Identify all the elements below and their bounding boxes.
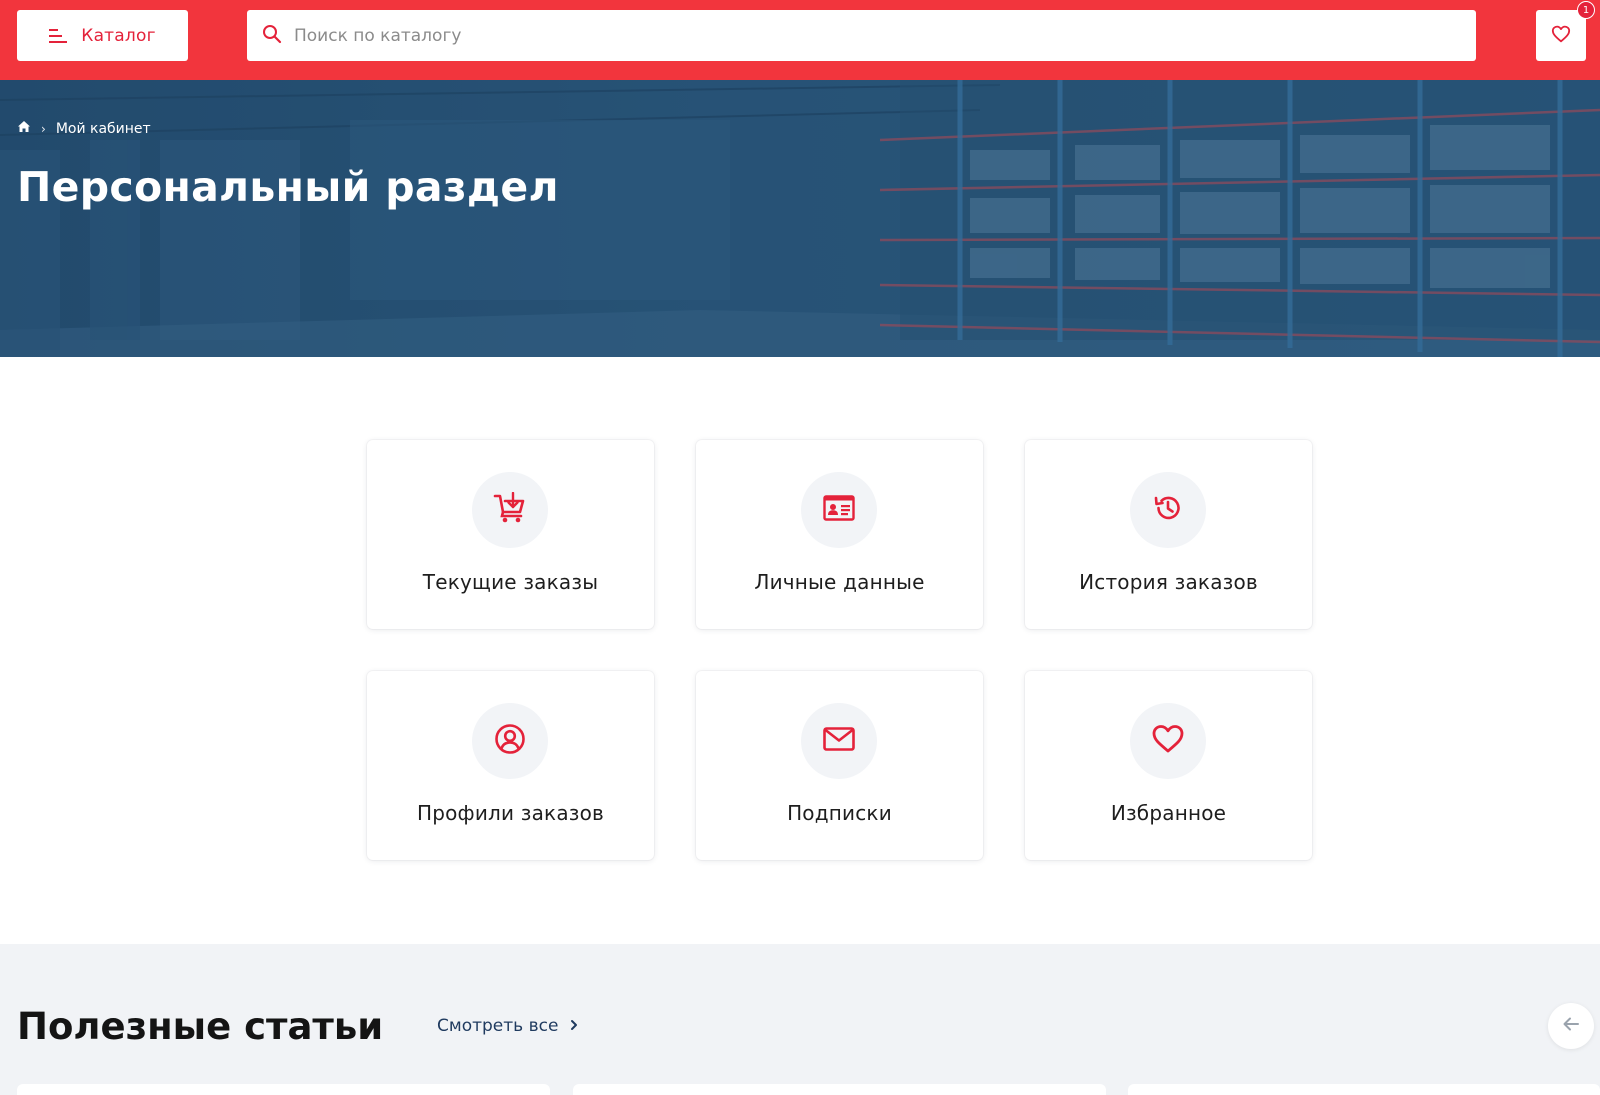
card-label: История заказов: [1079, 570, 1258, 594]
card-order-profiles[interactable]: Профили заказов: [367, 671, 654, 860]
card-icon-circle: [1130, 703, 1206, 779]
card-label: Профили заказов: [416, 801, 605, 825]
card-label: Текущие заказы: [422, 570, 599, 594]
card-icon-circle: [472, 703, 548, 779]
history-icon: [1153, 493, 1183, 527]
card-current-orders[interactable]: Текущие заказы: [367, 440, 654, 629]
card-icon-circle: [801, 472, 877, 548]
card-label: Личные данные: [754, 570, 925, 594]
card-label: Избранное: [1110, 801, 1227, 825]
breadcrumb: › Мой кабинет: [17, 120, 151, 137]
card-order-history[interactable]: История заказов: [1025, 440, 1312, 629]
search-icon: [262, 24, 282, 48]
favorites-button[interactable]: [1536, 10, 1586, 61]
card-favorites[interactable]: Избранное: [1025, 671, 1312, 860]
cart-add-icon: [493, 491, 527, 528]
id-card-icon: [823, 495, 855, 525]
arrow-left-icon: [1562, 1016, 1580, 1036]
envelope-icon: [823, 727, 855, 755]
page-title: Персональный раздел: [17, 163, 559, 211]
carousel-prev-button[interactable]: [1548, 1003, 1594, 1049]
hero-banner: [0, 80, 1600, 357]
card-label: Подписки: [787, 801, 892, 825]
card-personal-data[interactable]: Личные данные: [696, 440, 983, 629]
article-card[interactable]: [573, 1084, 1106, 1095]
chevron-right-icon: [570, 1016, 578, 1036]
see-all-label: Смотреть все: [437, 1016, 559, 1036]
card-icon-circle: [472, 472, 548, 548]
search-input[interactable]: [294, 25, 1476, 46]
see-all-link[interactable]: Смотреть все: [437, 1016, 578, 1036]
article-card[interactable]: [17, 1084, 550, 1095]
article-card[interactable]: [1128, 1084, 1600, 1095]
articles-title: Полезные статьи: [17, 1005, 384, 1048]
menu-icon: [49, 28, 68, 44]
heart-icon: [1151, 724, 1185, 758]
warehouse-background-image: [0, 80, 1600, 357]
search-bar: [247, 10, 1476, 61]
catalog-button-label: Каталог: [81, 25, 156, 46]
breadcrumb-item-my-account[interactable]: Мой кабинет: [56, 121, 151, 137]
card-icon-circle: [801, 703, 877, 779]
breadcrumb-separator: ›: [41, 121, 46, 136]
favorites-count-badge: 1: [1577, 1, 1595, 19]
card-icon-circle: [1130, 472, 1206, 548]
catalog-button[interactable]: Каталог: [17, 10, 188, 61]
user-circle-icon: [494, 723, 526, 759]
card-subscriptions[interactable]: Подписки: [696, 671, 983, 860]
home-icon[interactable]: [17, 120, 31, 137]
heart-icon: [1551, 25, 1571, 47]
